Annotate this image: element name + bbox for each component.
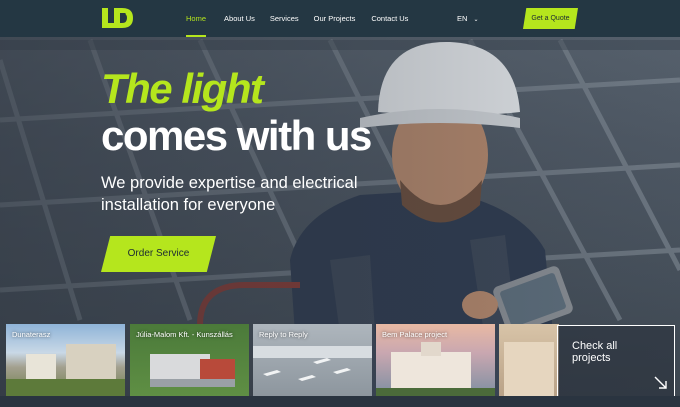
project-card[interactable] [499,324,559,396]
check-all-projects-button[interactable]: Check all projects [557,325,675,397]
project-card[interactable]: Bem Palace project [376,324,495,396]
hero-title-line-2: comes with us [101,112,372,159]
project-label: Júlia-Malom Kft. - Kunszállás [136,330,233,339]
building-image [504,342,554,396]
project-label: Reply to Reply [259,330,308,339]
ld-logo[interactable] [100,7,134,29]
hero-subtitle: We provide expertise and electrical inst… [101,174,358,214]
nav-about-us[interactable]: About Us [224,0,255,37]
language-label: EN [457,14,468,23]
arrow-down-right-icon [654,376,667,389]
bottom-edge [0,396,680,407]
chevron-down-icon: ⌄ [473,17,479,23]
get-a-quote-button[interactable]: Get a Quote [523,8,578,29]
project-card[interactable]: Júlia-Malom Kft. - Kunszállás [130,324,249,396]
check-all-projects-label: Check all projects [572,340,618,364]
nav-our-projects[interactable]: Our Projects [314,0,356,37]
order-service-button[interactable]: Order Service [101,236,216,272]
hero-title-line-1: The light [101,65,264,112]
project-card[interactable]: Dunaterasz [6,324,125,396]
nav-home[interactable]: Home [186,0,207,37]
site-header: Home About Us Services Our Projects Cont… [0,0,680,37]
project-card[interactable]: Reply to Reply [253,324,372,396]
main-nav: Home About Us Services Our Projects Cont… [186,0,408,37]
nav-contact-us[interactable]: Contact Us [371,0,408,37]
project-label: Dunaterasz [12,330,51,339]
project-label: Bem Palace project [382,330,448,339]
language-selector[interactable]: EN ⌄ [457,0,479,37]
nav-services[interactable]: Services [270,0,299,37]
